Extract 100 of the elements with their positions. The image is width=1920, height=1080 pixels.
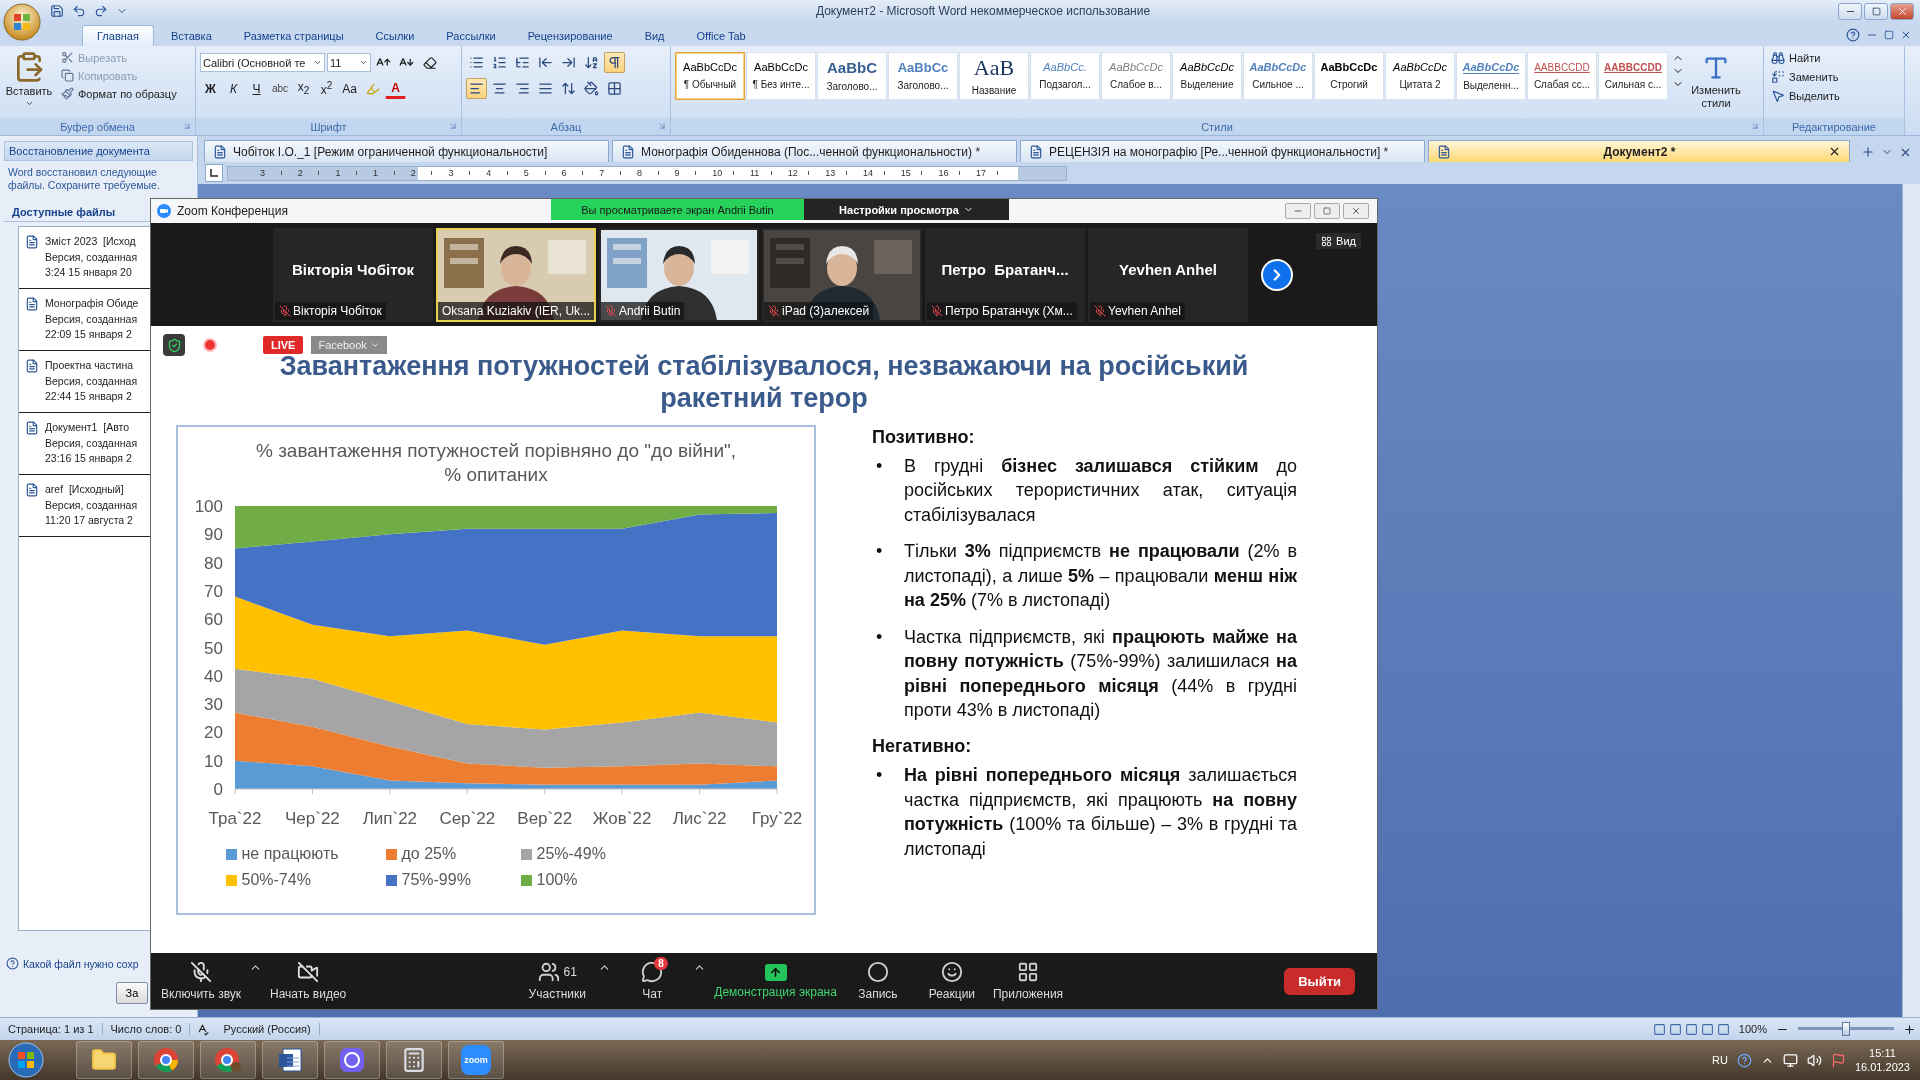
toolbar-button[interactable]: Включить звук [157,961,246,1001]
axis-label: 30 [204,695,223,715]
redo-icon[interactable] [94,4,108,18]
action-center-icon[interactable] [1830,1052,1846,1068]
maximize-button[interactable] [1864,2,1888,20]
help-icon[interactable] [1736,1052,1752,1068]
format-button[interactable]: Ч [246,78,267,99]
style-item[interactable]: AaBbCc. Подзагол... [1030,52,1100,100]
format-button[interactable]: Ж [200,78,221,99]
format-button[interactable]: x$_{2}$ [293,78,315,99]
style-item[interactable]: AABBCCDD Сильная с... [1598,52,1668,100]
format-button[interactable]: x$^{2}$ [316,78,338,99]
view-mode-icon[interactable] [1700,1022,1714,1036]
document-icon [213,144,227,159]
style-item[interactable]: AaBbCcDc ¶ Без инте... [746,52,816,100]
taskbar-app[interactable] [262,1041,318,1079]
style-item[interactable]: AABBCCDD Слабая сс... [1527,52,1597,100]
clock[interactable]: 15:11 16.01.2023 [1854,1045,1910,1075]
font-name-field[interactable]: Calibri (Основной те [200,53,325,72]
save-icon[interactable] [50,4,64,18]
style-item[interactable]: AaBbC Заголово... [817,52,887,100]
next-page-button[interactable] [1261,258,1293,291]
new-tab-icon[interactable] [1861,145,1875,159]
ribbon-tab[interactable]: Вставка [155,25,227,46]
toolbar-button[interactable]: Начать видео [266,961,351,1001]
taskbar-app[interactable] [138,1041,194,1079]
help-link[interactable]: Какой файл нужно сохр [23,957,139,970]
ribbon-tab[interactable]: Office Tab [681,25,761,46]
taskbar-app[interactable] [200,1041,256,1079]
style-item[interactable]: AaBbCcDc Выделенн... [1456,52,1526,100]
document-tab[interactable]: РЕЦЕНЗІЯ на монографію [Ре...ченной функциональности] * [1020,140,1425,162]
style-item[interactable]: AaBbCcDc Строгий [1314,52,1384,100]
file-name[interactable]: Монографія Обиде [45,297,139,311]
style-item[interactable]: AaBbCcDc ¶ Обычный [675,52,745,100]
restore-icon[interactable] [1884,30,1894,40]
change-styles-button[interactable]: Изменить стили [1685,52,1747,118]
paste-button[interactable]: Вставить [4,49,54,118]
toolbar-button[interactable]: 61 Участники [520,961,595,1001]
format-button[interactable]: Aa [339,78,361,99]
ribbon-tab[interactable]: Главная [82,25,154,46]
axis-label: 90 [204,525,223,545]
paragraph-button[interactable] [604,52,625,73]
toolbar-button[interactable]: Запись [840,961,915,1001]
format-button[interactable]: abc [269,78,292,99]
bullet-text: Тільки 3% підприємств не працювали (2% в листопаді), а лише 5% – працювали менш ніж на 25% (7% в листопаді) [904,540,1297,613]
document-tab[interactable]: Документ2 * [1428,140,1850,162]
close-button[interactable] [1890,2,1914,20]
view-mode-icon[interactable] [1684,1022,1698,1036]
file-name[interactable]: Проектна частина [45,359,138,373]
editing-button[interactable]: Выделить [1768,87,1843,105]
toolbar-button[interactable]: Демонстрация экрана [710,963,841,999]
style-item[interactable]: AaBbCcDc Выделение [1172,52,1242,100]
style-item[interactable]: AaBbCcDc Слабое в... [1101,52,1171,100]
style-item[interactable]: AaBbCcDc Сильное ... [1243,52,1313,100]
view-mode-icon[interactable] [1652,1022,1666,1036]
taskbar-app[interactable] [386,1041,442,1079]
file-name[interactable]: Документ1 [Авто [45,420,138,435]
network-icon[interactable] [1782,1052,1798,1068]
help-icon[interactable] [1846,28,1860,42]
style-item[interactable]: AaBbCc Заголово... [888,52,958,100]
view-mode-icon[interactable] [1668,1022,1682,1036]
toolbar-button[interactable]: Реакции [914,961,989,1001]
font-size-field[interactable]: 11 [327,53,371,72]
editing-button[interactable]: Заменить [1768,68,1843,86]
eraser-icon [422,55,437,70]
ribbon-tab[interactable]: Вид [629,25,680,46]
format-button[interactable]: К [223,78,244,99]
ribbon-tab[interactable]: Рассылки [431,25,511,46]
view-button[interactable]: Вид [1316,233,1361,249]
taskbar-app[interactable] [76,1041,132,1079]
close-button[interactable] [1343,203,1369,219]
style-item[interactable]: AaBbCcDc Цитата 2 [1385,52,1455,100]
document-tab[interactable]: Монографія Обиденнова (Пос...ченной функциональности) * [612,140,1017,162]
file-name[interactable]: aref [Исходный] [45,482,138,497]
security-button[interactable] [163,334,185,356]
volume-icon[interactable] [1806,1052,1822,1068]
file-name[interactable]: Зміст 2023 [Исход [45,235,138,249]
slider-thumb[interactable] [1842,1022,1850,1036]
clipboard-button[interactable]: Формат по образцу [58,85,180,102]
zoom-in-icon[interactable] [1903,1022,1916,1036]
font-color-button[interactable]: A [385,78,407,99]
view-settings-button[interactable]: Настройки просмотра [804,199,1009,220]
document-tab[interactable]: Чобіток І.О._1 [Режим ограниченной функциональности] [204,140,609,162]
ribbon-tab[interactable]: Ссылки [360,25,430,46]
editing-button[interactable]: Найти [1768,49,1843,67]
start-button[interactable] [6,1040,46,1080]
video-off-icon [297,961,320,983]
view-mode-icon[interactable] [1716,1022,1730,1036]
taskbar-app[interactable] [324,1041,380,1079]
toolbar-button[interactable]: Приложения [988,961,1068,1001]
ribbon-tab[interactable]: Разметка страницы [228,25,359,46]
pane-button[interactable]: За [116,982,148,1005]
tab-stop-selector[interactable] [205,164,223,182]
undo-icon[interactable] [72,4,86,18]
style-item[interactable]: AaB Название [959,52,1029,100]
paragraph-button[interactable] [466,78,487,99]
close-icon[interactable] [1828,145,1841,158]
leave-button[interactable]: Выйти [1284,967,1355,995]
spelling-icon[interactable] [196,1022,210,1036]
ribbon-tab[interactable]: Рецензирование [512,25,628,46]
